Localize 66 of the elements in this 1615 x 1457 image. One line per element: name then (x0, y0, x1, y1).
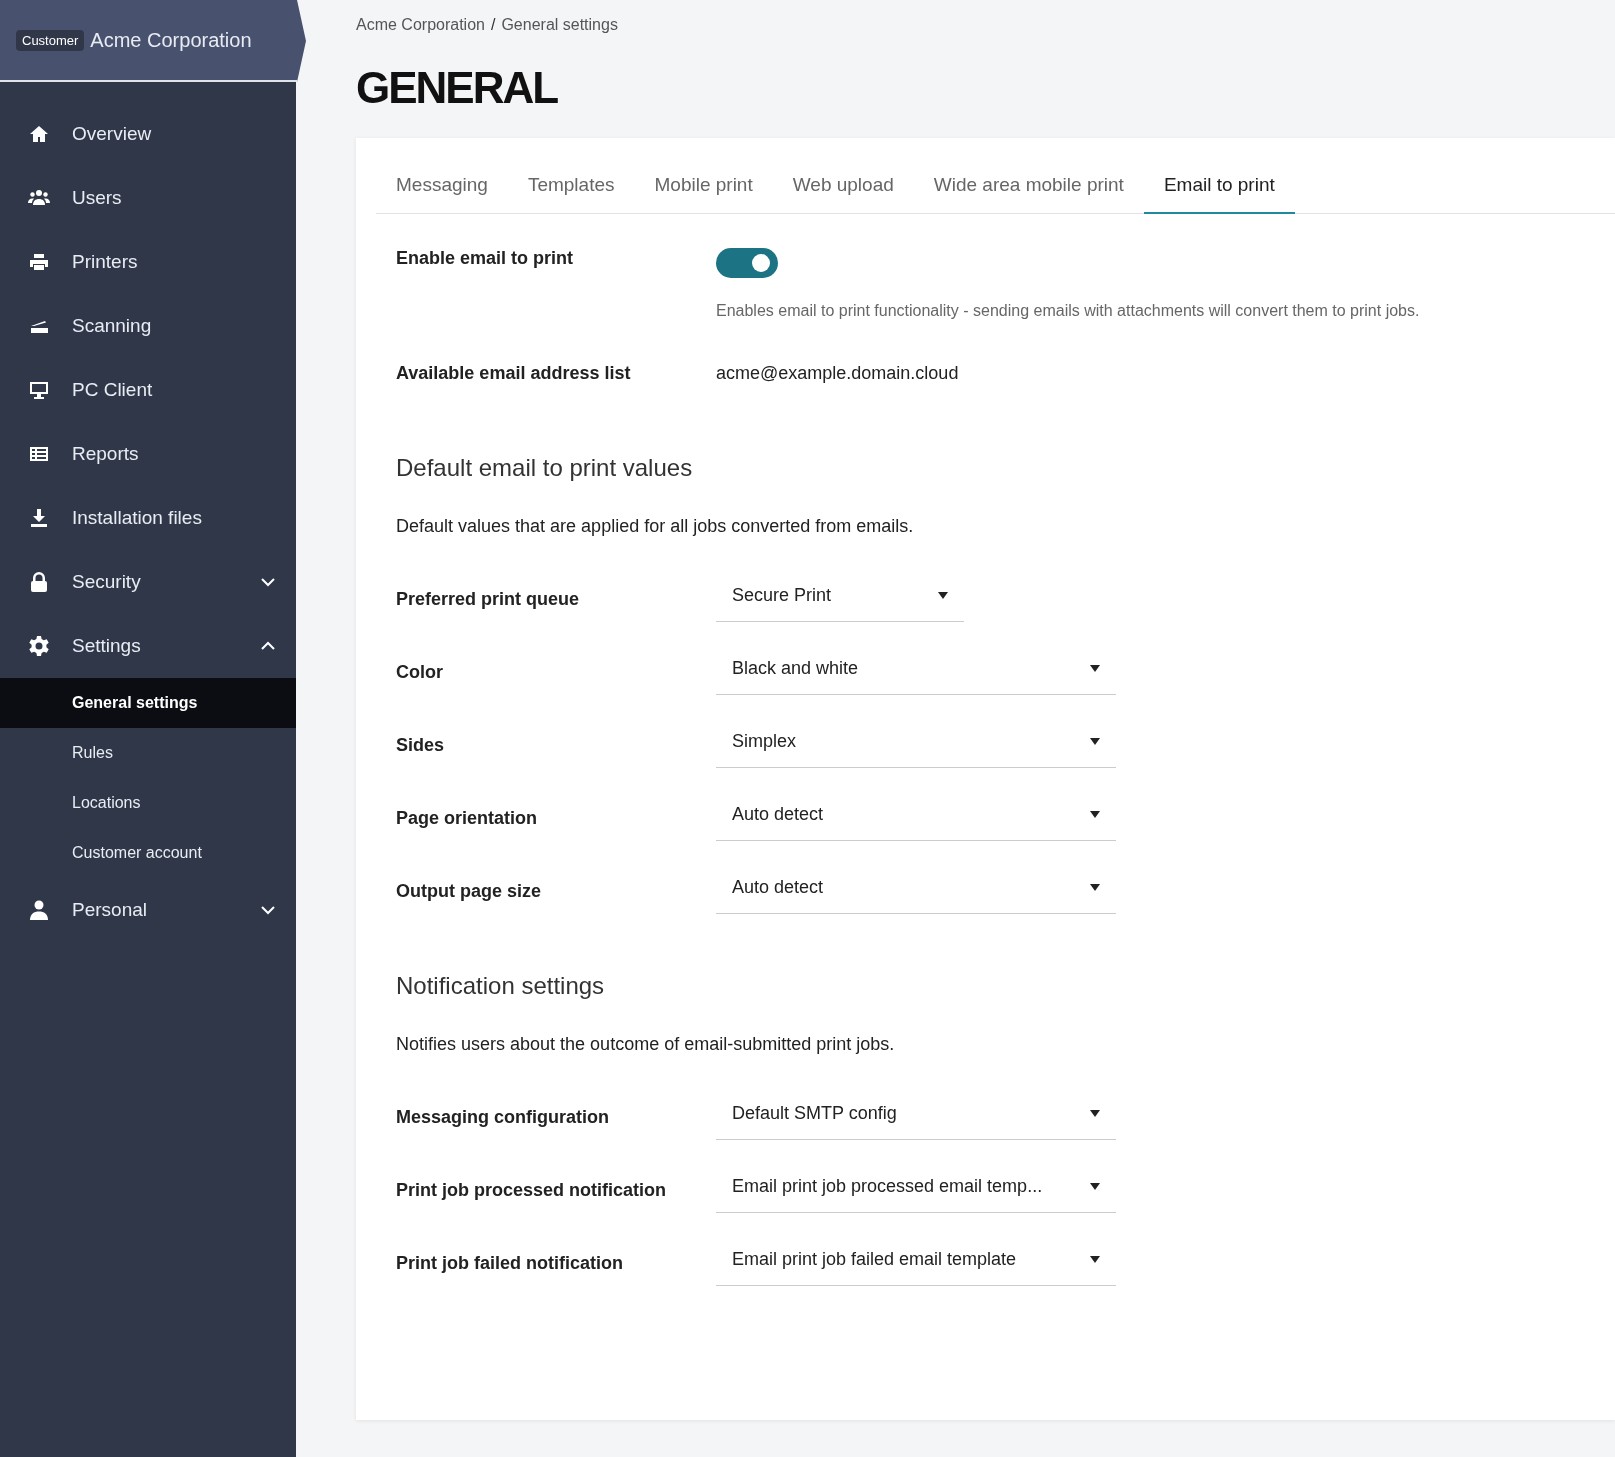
sidebar-subitem[interactable]: Rules (0, 728, 296, 778)
download-icon (28, 507, 50, 529)
monitor-icon (28, 379, 50, 401)
tab[interactable]: Web upload (772, 162, 914, 215)
caret-icon (1090, 1255, 1100, 1263)
tab[interactable]: Wide area mobile print (913, 162, 1144, 215)
field-label: Output page size (396, 881, 542, 903)
sidebar-subitem[interactable]: General settings (0, 678, 296, 728)
org-name: Acme Corporation (90, 28, 252, 52)
sidebar-subitem[interactable]: Customer account (0, 828, 296, 878)
dropdown[interactable]: Default SMTP config (716, 1087, 1116, 1140)
field-label: Available email address list (396, 363, 632, 385)
section-description: Default values that are applied for all jobs converted from emails. (396, 516, 915, 538)
caret-icon (1090, 737, 1100, 745)
nav-item[interactable]: Scanning (0, 294, 296, 358)
caret-icon (938, 591, 948, 599)
field-value: acme@example.domain.cloud (716, 363, 959, 385)
field-label: Messaging configuration (396, 1107, 610, 1129)
field-label: Print job failed notification (396, 1253, 624, 1275)
dropdown[interactable]: Secure Print (716, 569, 964, 622)
nav-item[interactable]: Personal (0, 878, 296, 942)
help-text: Enables email to print functionality - sending emails with attachments will convert them to print jobs. (716, 302, 1420, 321)
caret-icon (1090, 883, 1100, 891)
caret-icon (1090, 1182, 1100, 1190)
lock-icon (28, 571, 50, 593)
dropdown[interactable]: Auto detect (716, 861, 1116, 914)
sidebar-subitem[interactable]: Locations (0, 778, 296, 828)
caret-icon (1090, 664, 1100, 672)
breadcrumb-separator: / (490, 16, 496, 34)
field-label: Color (396, 662, 444, 684)
field-label: Sides (396, 735, 446, 757)
caret-icon (1090, 1109, 1100, 1117)
nav-item[interactable]: Settings (0, 614, 296, 678)
person-icon (28, 899, 50, 921)
section-heading: Notification settings (396, 972, 606, 1001)
dropdown[interactable]: Email print job failed email template (716, 1233, 1116, 1286)
home-icon (28, 123, 50, 145)
nav-item[interactable]: Printers (0, 230, 296, 294)
printer-icon (28, 251, 50, 273)
nav-item[interactable]: PC Client (0, 358, 296, 422)
section-description: Notifies users about the outcome of email-submitted print jobs. (396, 1034, 896, 1056)
nav-item[interactable]: Overview (0, 102, 296, 166)
nav-item[interactable]: Users (0, 166, 296, 230)
section-heading: Default email to print values (396, 454, 694, 483)
field-label: Print job processed notification (396, 1180, 668, 1202)
page-title: GENERAL (356, 64, 558, 113)
breadcrumb-link[interactable]: General settings (501, 16, 618, 34)
tab[interactable]: Mobile print (634, 162, 773, 215)
tab[interactable]: Email to print (1143, 162, 1295, 215)
tab[interactable]: Templates (507, 162, 635, 215)
field-label: Preferred print queue (396, 589, 581, 611)
nav-item[interactable]: Security (0, 550, 296, 614)
customer-badge: Customer (16, 29, 85, 51)
breadcrumb-link[interactable]: Acme Corporation (356, 16, 485, 34)
nav-item[interactable]: Installation files (0, 486, 296, 550)
caret-icon (1090, 810, 1100, 818)
settings-icon (28, 635, 50, 657)
field-label: Page orientation (396, 808, 539, 830)
tab[interactable]: Messaging (376, 162, 508, 215)
dropdown[interactable]: Simplex (716, 715, 1116, 768)
dropdown[interactable]: Black and white (716, 642, 1116, 695)
toggle-switch[interactable] (716, 248, 778, 279)
field-label: Enable email to print (396, 248, 575, 270)
dropdown[interactable]: Email print job processed email temp... (716, 1160, 1116, 1213)
dropdown[interactable]: Auto detect (716, 788, 1116, 841)
nav-item[interactable]: Reports (0, 422, 296, 486)
